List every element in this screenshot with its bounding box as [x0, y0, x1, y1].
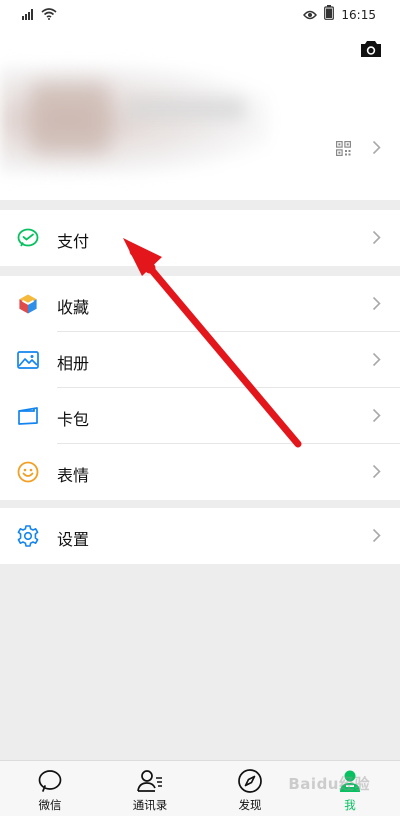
section-gap	[0, 500, 400, 508]
pay-group: 支付	[0, 210, 400, 266]
tab-me-label: 我	[344, 798, 356, 812]
eye-icon	[303, 5, 318, 24]
menu-item-cards[interactable]: 卡包	[0, 388, 400, 444]
tab-contacts[interactable]: 通讯录	[110, 761, 190, 816]
chat-bubble-icon	[37, 768, 63, 798]
chevron-right-icon	[372, 230, 381, 249]
profile-header[interactable]	[0, 28, 400, 200]
qr-code-icon[interactable]	[336, 141, 351, 160]
nickname-blurred	[125, 98, 245, 120]
main-menu-group: 收藏 相册 卡包 表情	[0, 276, 400, 500]
battery-icon	[324, 5, 335, 24]
camera-icon[interactable]	[360, 40, 382, 62]
compass-icon	[237, 768, 263, 798]
image-icon	[16, 348, 40, 372]
chevron-right-icon	[372, 408, 381, 427]
menu-item-favorites-label: 收藏	[57, 298, 90, 317]
menu-item-pay[interactable]: 支付	[0, 210, 400, 266]
wallet-icon	[16, 404, 40, 428]
tab-discover-label: 发现	[238, 798, 262, 812]
avatar[interactable]	[30, 83, 110, 153]
wifi-icon	[41, 5, 57, 24]
tab-chats-label: 微信	[38, 798, 62, 812]
status-time: 16:15	[341, 7, 376, 22]
menu-item-cards-label: 卡包	[57, 410, 90, 429]
menu-item-stickers-label: 表情	[57, 466, 90, 485]
tab-discover[interactable]: 发现	[210, 761, 290, 816]
wechat-pay-icon	[16, 226, 40, 250]
menu-item-pay-label: 支付	[57, 232, 90, 251]
menu-item-stickers[interactable]: 表情	[0, 444, 400, 500]
watermark: Baidu经验	[288, 775, 370, 793]
menu-item-album-label: 相册	[57, 354, 90, 373]
signal-icon	[22, 5, 36, 24]
status-bar: 16:15	[0, 0, 400, 28]
smiley-icon	[16, 460, 40, 484]
status-left	[22, 5, 57, 24]
menu-item-favorites[interactable]: 收藏	[0, 276, 400, 332]
cube-icon	[16, 292, 40, 316]
menu-item-settings-label: 设置	[57, 530, 90, 549]
gear-icon	[16, 524, 40, 548]
chevron-right-icon	[372, 528, 381, 547]
chevron-right-icon	[372, 464, 381, 483]
section-gap	[0, 266, 400, 276]
chevron-right-icon	[372, 352, 381, 371]
status-right: 16:15	[303, 5, 376, 24]
chevron-right-icon	[372, 140, 381, 159]
menu-item-settings[interactable]: 设置	[0, 508, 400, 564]
contacts-icon	[136, 768, 164, 798]
menu-item-album[interactable]: 相册	[0, 332, 400, 388]
section-gap	[0, 200, 400, 210]
tab-chats[interactable]: 微信	[10, 761, 90, 816]
tab-contacts-label: 通讯录	[132, 798, 168, 812]
settings-group: 设置	[0, 508, 400, 564]
chevron-right-icon	[372, 296, 381, 315]
